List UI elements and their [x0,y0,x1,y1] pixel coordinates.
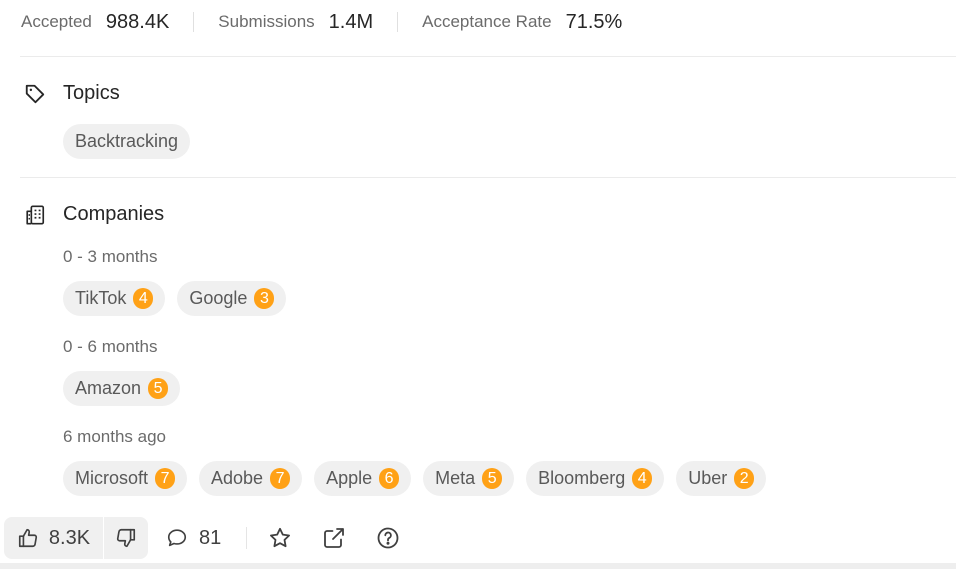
company-row: Microsoft 7 Adobe 7 Apple 6 Meta 5 Bloom… [63,461,778,496]
company-row: Amazon 5 [63,371,192,406]
stat-label: Acceptance Rate [422,12,552,31]
comments-button[interactable]: 81 [166,517,221,559]
topics-header[interactable]: Topics [24,82,120,105]
company-chip-meta[interactable]: Meta 5 [423,461,515,496]
companies-title: Companies [63,203,165,225]
bottom-border [0,563,956,569]
company-chip-bloomberg[interactable]: Bloomberg 4 [526,461,665,496]
company-name: Google [189,288,248,308]
count-badge: 5 [482,468,503,489]
comment-icon [166,527,188,549]
period-label: 0 - 3 months [63,247,158,266]
stat-label: Accepted [21,12,92,31]
count-badge: 2 [734,468,755,489]
company-chip-google[interactable]: Google 3 [177,281,287,316]
stat-value: 1.4M [328,10,374,33]
divider [193,12,195,32]
stat-accepted: Accepted 988.4K [21,11,169,34]
company-chip-tiktok[interactable]: TikTok 4 [63,281,166,316]
period-label: 0 - 6 months [63,337,158,356]
company-chip-adobe[interactable]: Adobe 7 [199,461,303,496]
share-button[interactable] [322,526,346,550]
stat-label: Submissions [218,12,315,31]
stat-value: 988.4K [105,10,170,33]
period-label: 6 months ago [63,427,167,446]
comment-count: 81 [199,526,222,549]
help-button[interactable] [376,526,400,550]
building-icon [24,204,46,226]
company-name: Meta [435,468,476,488]
dislike-button[interactable] [104,517,148,559]
company-row: TikTok 4 Google 3 [63,281,298,316]
count-badge: 7 [270,468,291,489]
vote-group: 8.3K [4,517,148,559]
companies-header[interactable]: Companies [24,203,164,226]
stat-submissions: Submissions 1.4M [218,11,373,34]
like-count: 8.3K [48,526,91,549]
thumbs-down-icon [115,527,137,549]
favorite-button[interactable] [268,526,292,550]
tag-icon [24,83,46,105]
company-name: Amazon [75,378,142,398]
thumbs-up-icon [17,527,39,549]
company-name: Microsoft [75,468,149,488]
divider [246,527,247,549]
company-name: TikTok [75,288,127,308]
stat-value: 71.5% [565,10,623,33]
like-button[interactable]: 8.3K [4,517,103,559]
topics-title: Topics [63,82,120,104]
share-icon [322,526,346,550]
count-badge: 3 [254,288,275,309]
divider [397,12,399,32]
company-chip-microsoft[interactable]: Microsoft 7 [63,461,188,496]
count-badge: 4 [133,288,154,309]
star-icon [268,526,292,550]
count-badge: 6 [379,468,400,489]
topic-tags: Backtracking [63,124,202,159]
count-badge: 4 [632,468,653,489]
divider [20,56,956,57]
action-bar: 8.3K 81 [0,513,956,563]
stats-bar: Accepted 988.4K Submissions 1.4M Accepta… [21,10,622,34]
count-badge: 5 [148,378,169,399]
company-chip-apple[interactable]: Apple 6 [314,461,412,496]
company-chip-uber[interactable]: Uber 2 [676,461,767,496]
company-name: Adobe [211,468,264,488]
topic-tag[interactable]: Backtracking [63,124,191,159]
divider [20,177,956,178]
stat-acceptance-rate: Acceptance Rate 71.5% [422,11,622,34]
count-badge: 7 [155,468,176,489]
company-chip-amazon[interactable]: Amazon 5 [63,371,181,406]
help-icon [376,526,400,550]
company-name: Uber [688,468,728,488]
company-name: Bloomberg [538,468,626,488]
company-name: Apple [326,468,373,488]
